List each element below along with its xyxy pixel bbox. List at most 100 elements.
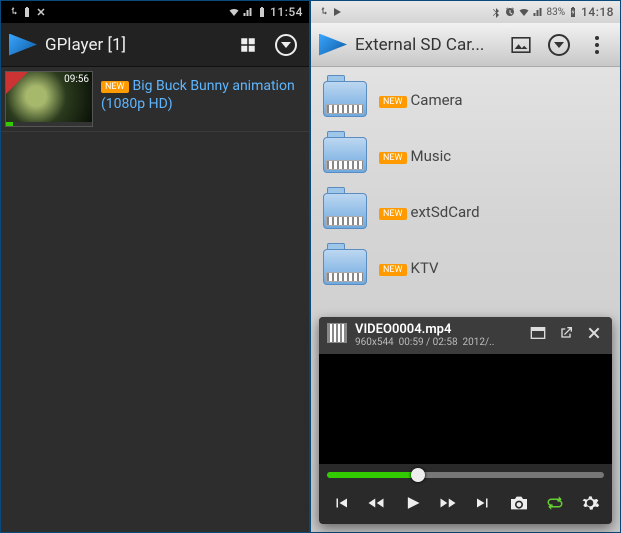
new-badge: NEW [379,96,407,108]
skip-prev-button[interactable] [328,490,354,516]
seek-bar[interactable] [319,464,612,486]
rewind-icon [366,494,386,512]
folder-item[interactable]: NEW extSdCard [311,183,620,239]
skip-prev-icon [332,494,350,512]
mini-player-video-surface[interactable] [319,354,612,464]
mini-player-time-total: 02:58 [433,337,458,348]
video-title-line2: (1080p HD) [101,96,301,114]
status-bar: 83% 14:18 [311,1,620,23]
skip-next-icon [474,494,492,512]
video-meta: NEW Big Buck Bunny animation (1080p HD) [101,71,301,127]
folder-name: extSdCard [411,203,480,221]
folder-icon [323,81,367,117]
folder-name: KTV [411,259,439,277]
video-title-line1: Big Buck Bunny animation [133,78,295,94]
folder-item[interactable]: NEW KTV [311,239,620,295]
status-right-icons: 83% 14:18 [490,5,614,19]
screenshot-button[interactable] [506,490,532,516]
app-bar: GPlayer [1] [1,23,309,67]
alarm-icon [504,6,516,18]
bluetooth-icon [490,6,502,18]
repeat-icon [545,494,565,512]
folder-item[interactable]: NEW Camera [311,71,620,127]
forward-button[interactable] [435,490,461,516]
video-list-item[interactable]: 09:56 NEW Big Buck Bunny animation (1080p… [1,67,309,132]
battery-icon [21,6,33,18]
seek-track [327,472,604,478]
play-button[interactable] [399,490,425,516]
app-logo-icon [9,34,37,56]
status-clock: 11:54 [270,5,303,19]
folder-icon [323,249,367,285]
status-bar: 11:54 [1,1,309,23]
dropdown-button[interactable] [271,30,301,60]
play-icon [402,493,422,513]
window-icon [530,326,546,340]
gallery-button[interactable] [506,30,536,60]
wifi-icon [518,6,530,18]
image-icon [511,37,531,53]
usb-icon [317,6,329,18]
mini-player-filename: VIDEO0004.mp4 [355,323,520,337]
app-bar: External SD Car... [311,23,620,67]
screen-file-browser: 83% 14:18 External SD Car... NEW Camera N… [310,0,621,533]
video-thumbnail: 09:56 [5,71,93,127]
new-badge: NEW [101,81,129,93]
usb-icon [7,6,19,18]
dropdown-button[interactable] [544,30,574,60]
forward-icon [438,494,458,512]
skip-next-button[interactable] [470,490,496,516]
new-badge: NEW [379,152,407,164]
mini-player-resolution: 960x544 [355,337,394,348]
view-grid-button[interactable] [233,30,263,60]
folder-item[interactable]: NEW Music [311,127,620,183]
chevron-down-icon [275,34,297,56]
rewind-button[interactable] [363,490,389,516]
mini-player-time-current: 00:59 [399,337,424,348]
status-right-icons: 11:54 [228,5,303,19]
app-title: GPlayer [1] [45,35,225,55]
grid-icon [239,36,257,54]
camera-icon [509,495,529,511]
repeat-button[interactable] [542,490,568,516]
close-icon [586,325,602,341]
new-corner-badge-icon [6,72,28,94]
close-button[interactable] [584,323,604,343]
video-progress-bar [6,122,92,126]
settings-button[interactable] [577,490,603,516]
play-small-icon [331,6,343,18]
mini-player-title-block: VIDEO0004.mp4 960x544 00:59 / 02:58 2012… [355,323,520,348]
chevron-down-icon [548,34,570,56]
new-badge: NEW [379,264,407,276]
status-left-icons [317,6,343,18]
mini-player-date: 2012/.. [463,337,495,348]
folder-icon [323,193,367,229]
folder-icon [323,137,367,173]
new-badge: NEW [379,208,407,220]
film-icon [327,323,347,343]
mini-player-subtitle: 960x544 00:59 / 02:58 2012/.. [355,337,520,348]
popout-button[interactable] [556,323,576,343]
battery-status-icon [256,6,268,18]
mini-player-controls [319,486,612,524]
mini-player[interactable]: VIDEO0004.mp4 960x544 00:59 / 02:58 2012… [319,317,612,524]
signal-icon [532,6,544,18]
mini-player-header: VIDEO0004.mp4 960x544 00:59 / 02:58 2012… [319,317,612,354]
battery-charging-icon [567,6,579,18]
app-logo-icon [319,34,347,56]
folder-name: Camera [411,91,463,109]
overflow-menu-button[interactable] [582,30,612,60]
battery-percent: 83% [546,7,565,18]
seek-fill [327,472,418,478]
close-small-icon [35,6,47,18]
wifi-icon [228,6,240,18]
folder-name: Music [411,147,452,165]
screen-gplayer: 11:54 GPlayer [1] 09:56 NEW Big Buck Bunn… [0,0,310,533]
signal-icon [242,6,254,18]
popout-icon [558,325,574,341]
restore-window-button[interactable] [528,323,548,343]
gear-icon [580,493,600,513]
video-duration: 09:56 [64,74,89,85]
app-title: External SD Car... [355,35,498,55]
status-clock: 14:18 [581,5,614,19]
